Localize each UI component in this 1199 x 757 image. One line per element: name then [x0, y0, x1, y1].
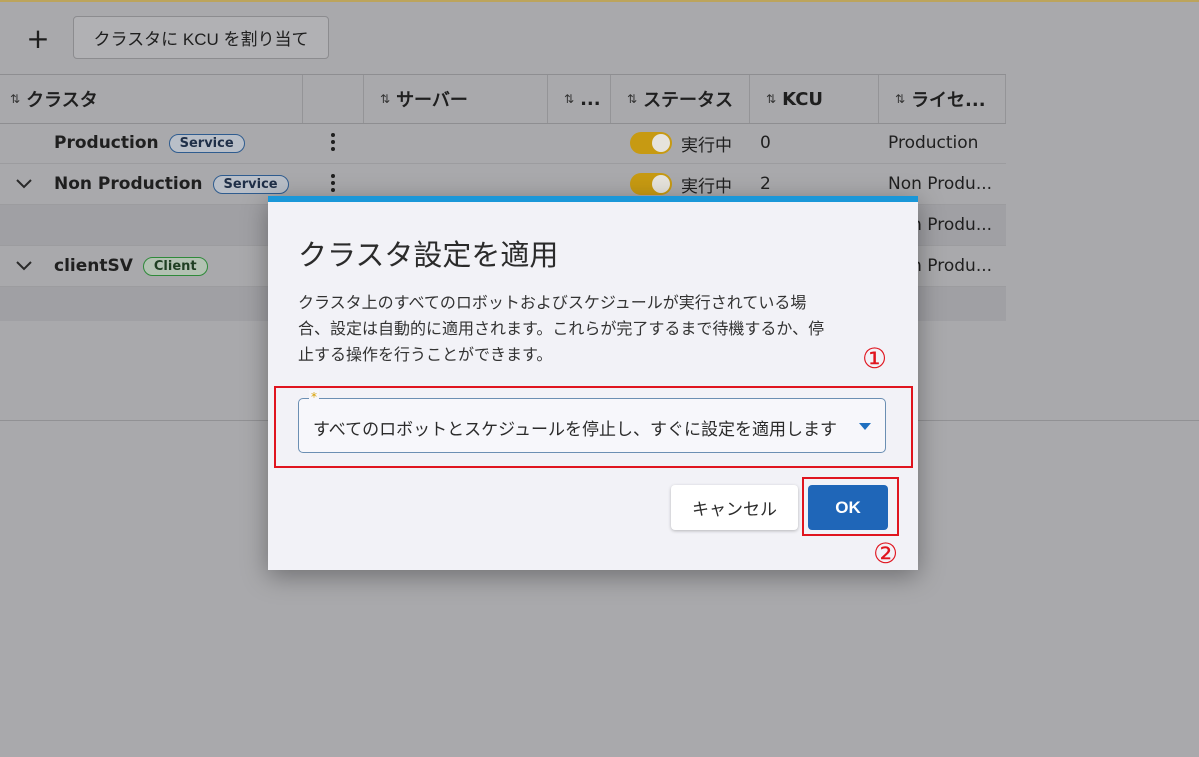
cluster-name-cell: clientSV Client	[54, 246, 208, 286]
kcu-value: 0	[760, 133, 771, 153]
annotation-box-step1	[274, 386, 913, 468]
status-toggle[interactable]	[630, 173, 672, 195]
column-header-license[interactable]: ⇅ ライセ...	[879, 75, 1006, 123]
table-header: ⇅ クラスタ ⇅ サーバー ⇅ ... ⇅ ステータス ⇅ KCU ⇅ ライセ.…	[0, 74, 1006, 124]
column-header-server[interactable]: ⇅ サーバー	[364, 75, 548, 123]
cluster-name-cell: Non Production Service	[54, 164, 289, 204]
column-label: KCU	[782, 88, 824, 110]
column-header-kcu[interactable]: ⇅ KCU	[750, 75, 879, 123]
type-badge: Service	[168, 133, 245, 153]
cluster-name: clientSV	[54, 256, 133, 276]
column-label: ...	[580, 88, 601, 110]
column-label: サーバー	[396, 90, 468, 111]
cancel-button[interactable]: キャンセル	[671, 485, 798, 530]
more-actions-icon[interactable]	[331, 133, 335, 154]
dialog-accent-bar	[268, 196, 918, 202]
status-toggle[interactable]	[630, 132, 672, 154]
column-label: ライセ...	[911, 90, 986, 111]
column-label: ステータス	[643, 90, 734, 111]
sort-icon: ⇅	[564, 92, 575, 106]
column-header-truncated[interactable]: ⇅ ...	[548, 75, 611, 123]
sort-icon: ⇅	[627, 92, 638, 106]
annotation-box-step2	[802, 477, 899, 536]
type-badge: Client	[142, 256, 208, 276]
assign-kcu-button[interactable]: クラスタに KCU を割り当て	[73, 16, 329, 59]
cluster-name: Non Production	[54, 174, 203, 194]
cluster-name: Production	[54, 133, 159, 153]
sort-icon: ⇅	[380, 92, 391, 106]
sort-icon: ⇅	[10, 92, 21, 106]
column-label: クラスタ	[26, 90, 98, 111]
license-value: Production	[888, 133, 979, 153]
dialog-description: クラスタ上のすべてのロボットおよびスケジュールが実行されている場合、設定は自動的…	[298, 293, 825, 364]
sort-icon: ⇅	[766, 92, 777, 106]
annotation-number-1: ①	[862, 342, 888, 375]
toolbar: + クラスタに KCU を割り当て	[0, 2, 1199, 72]
chevron-down-icon[interactable]	[14, 256, 34, 280]
column-header-cluster[interactable]: ⇅ クラスタ	[0, 75, 303, 123]
type-badge: Service	[212, 174, 289, 194]
table-row[interactable]: Production Service 実行中 0 Production	[0, 123, 1006, 164]
chevron-down-icon[interactable]	[14, 174, 34, 198]
more-actions-icon[interactable]	[331, 174, 335, 195]
status-label: 実行中	[681, 135, 732, 156]
dialog-title: クラスタ設定を適用	[298, 238, 559, 272]
cluster-name-cell: Production Service	[54, 123, 245, 163]
column-header-status[interactable]: ⇅ ステータス	[611, 75, 750, 123]
add-cluster-button[interactable]: +	[22, 22, 54, 55]
annotation-number-2: ②	[873, 537, 899, 570]
sort-icon: ⇅	[895, 92, 906, 106]
column-header-actions	[303, 75, 364, 123]
